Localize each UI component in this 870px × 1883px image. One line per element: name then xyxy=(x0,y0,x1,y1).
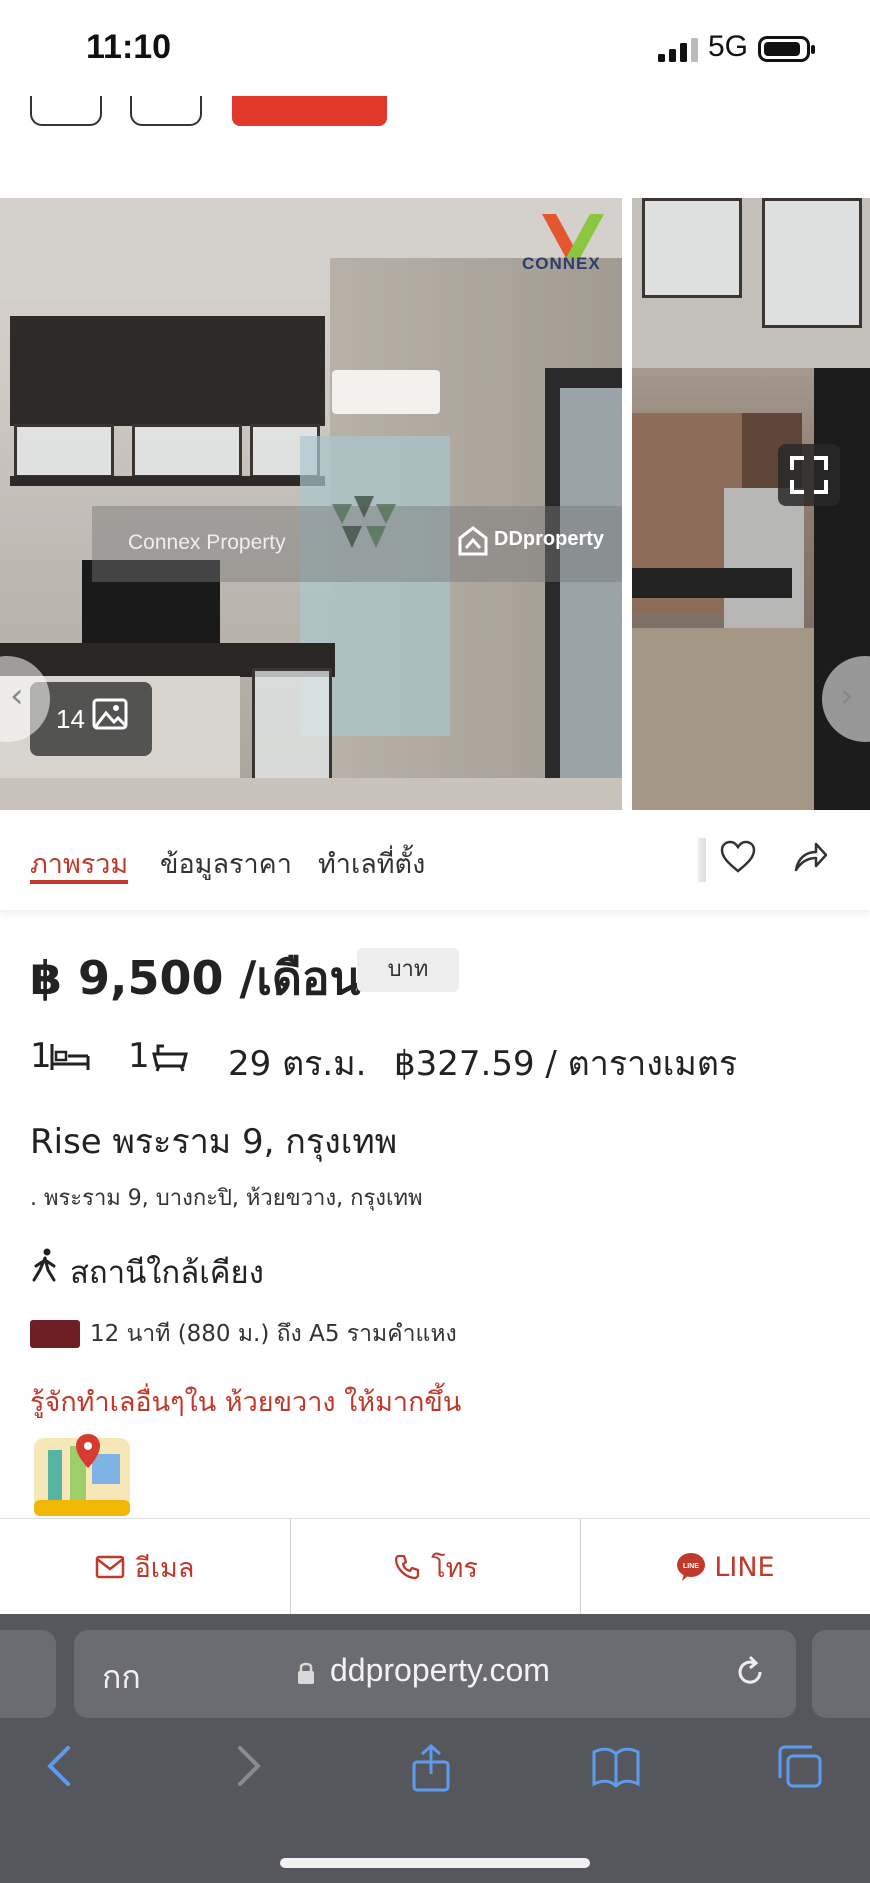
share-sheet-icon[interactable] xyxy=(410,1744,452,1792)
top-primary-button[interactable] xyxy=(232,96,387,126)
listing-address: . พระราม 9, บางกะปิ, ห้วยขวาง, กรุงเทพ xyxy=(30,1186,423,1211)
reload-icon[interactable] xyxy=(732,1654,768,1690)
heart-icon[interactable] xyxy=(720,840,756,874)
image-icon xyxy=(92,698,128,730)
watermark-connex: Connex Property xyxy=(128,531,286,554)
ddproperty-logo-icon xyxy=(458,526,488,556)
watermark-logo-icon xyxy=(332,496,396,548)
listing-price: ฿ 9,500 /เดือน xyxy=(30,951,362,1005)
bedroom-count: 1 xyxy=(30,1036,52,1076)
price-per-sqm: ฿327.59 / ตารางเมตร xyxy=(394,1044,738,1084)
connex-logo-text: CONNEX xyxy=(522,254,601,273)
nearby-stations-heading: สถานีใกล้เคียง xyxy=(70,1255,264,1291)
mail-icon xyxy=(95,1555,124,1579)
page-settings-button[interactable]: กก xyxy=(102,1652,141,1703)
url-text[interactable]: ddproperty.com xyxy=(330,1652,550,1689)
station-distance: 12 นาที (880 ม.) ถึง A5 รามคำแหง xyxy=(90,1321,457,1347)
fullscreen-button[interactable] xyxy=(778,444,840,506)
tab-divider xyxy=(698,838,706,882)
chevron-right-icon: › xyxy=(840,676,854,716)
email-button[interactable]: อีเมล xyxy=(0,1519,289,1615)
phone-icon xyxy=(394,1554,420,1580)
walking-icon xyxy=(32,1248,56,1282)
line-app-icon: LINE xyxy=(677,1553,706,1581)
battery-icon xyxy=(758,36,815,62)
line-button[interactable]: LINE LINE xyxy=(581,1519,870,1615)
back-icon[interactable] xyxy=(44,1744,74,1788)
bookmarks-icon[interactable] xyxy=(590,1744,642,1788)
watermark-ddproperty: DDproperty xyxy=(494,528,605,550)
floor-area: 29 ตร.ม. xyxy=(228,1044,367,1084)
map-thumbnail-icon[interactable] xyxy=(30,1428,134,1518)
chevron-left-icon: ‹ xyxy=(10,676,24,716)
line-label: LINE xyxy=(714,1551,775,1583)
bathtub-icon xyxy=(152,1044,188,1072)
call-button[interactable]: โทร xyxy=(291,1519,580,1615)
expand-icon xyxy=(790,456,828,494)
active-tab-indicator xyxy=(30,880,128,884)
svg-text:LINE: LINE xyxy=(683,1563,699,1570)
listing-title: Rise พระราม 9, กรุงเทพ xyxy=(30,1122,398,1162)
top-action-button[interactable] xyxy=(130,96,202,126)
home-indicator xyxy=(280,1858,590,1868)
status-time: 11:10 xyxy=(86,28,172,66)
share-icon[interactable] xyxy=(792,840,828,874)
tabs-icon[interactable] xyxy=(776,1744,824,1790)
photo-count: 14 xyxy=(56,704,85,734)
explore-area-link[interactable]: รู้จักทำเลอื่นๆใน ห้วยขวาง ให้มากขึ้น xyxy=(30,1380,461,1423)
bed-icon xyxy=(50,1044,90,1070)
signal-icon xyxy=(658,38,698,62)
tab-overview[interactable]: ภาพรวม xyxy=(30,842,128,885)
photo-gallery[interactable]: Connex Property DDproperty CONNEX 14 ‹ › xyxy=(0,198,870,810)
call-label: โทร xyxy=(431,1552,478,1584)
network-type: 5G xyxy=(708,30,749,63)
email-label: อีเมล xyxy=(134,1552,195,1584)
tab-price-info[interactable]: ข้อมูลราคา xyxy=(160,842,292,885)
lock-icon xyxy=(298,1662,314,1684)
contact-bar: อีเมล โทร LINE LINE xyxy=(0,1518,870,1615)
forward-icon[interactable] xyxy=(234,1744,264,1788)
currency-unit-badge[interactable]: บาท xyxy=(357,948,459,992)
adjacent-tab-right[interactable] xyxy=(812,1630,870,1718)
top-action-button[interactable] xyxy=(30,96,102,126)
bathroom-count: 1 xyxy=(128,1036,150,1076)
transit-line-color xyxy=(30,1320,80,1348)
tab-location[interactable]: ทำเลที่ตั้ง xyxy=(318,842,425,885)
adjacent-tab-left[interactable] xyxy=(0,1630,56,1718)
